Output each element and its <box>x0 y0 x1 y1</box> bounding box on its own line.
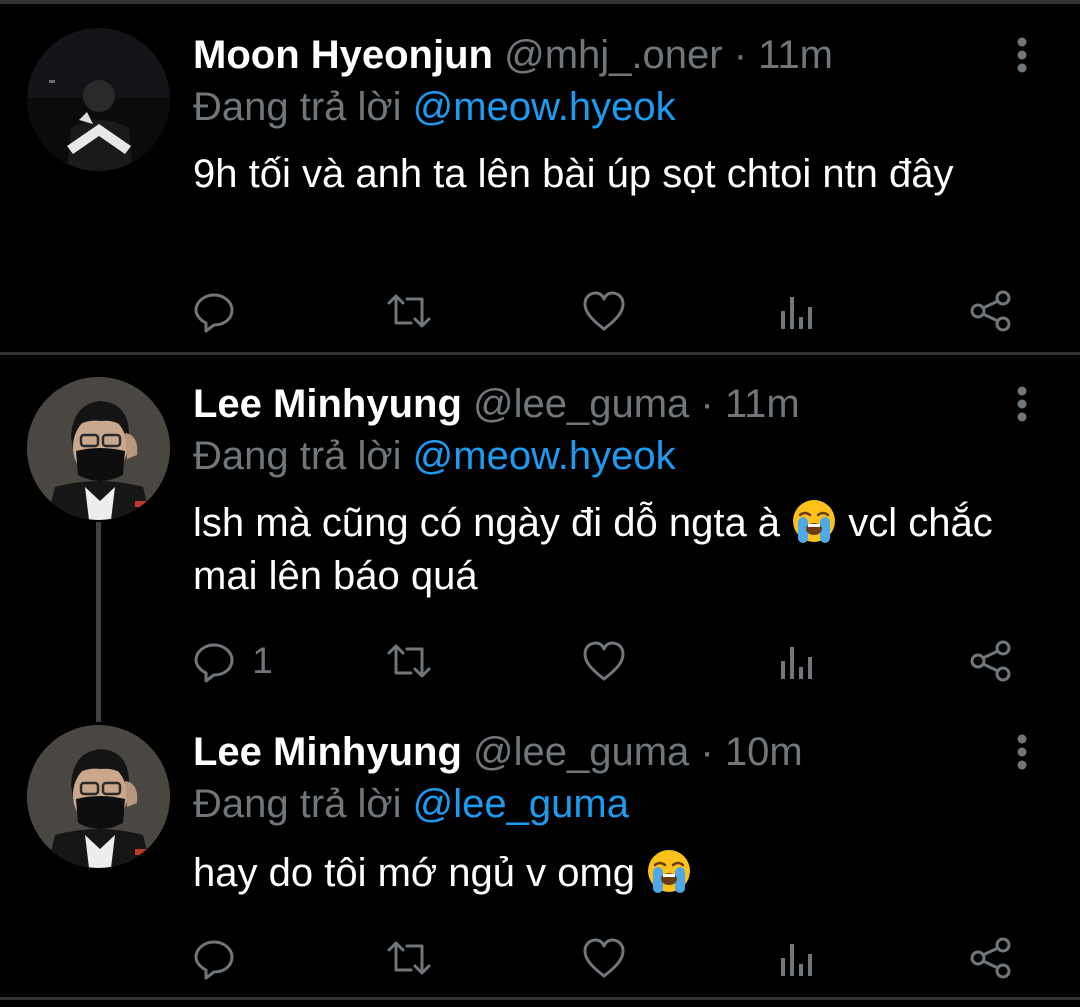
thread-connector <box>96 522 101 722</box>
share-icon <box>970 640 1011 682</box>
more-vertical-icon <box>1017 37 1027 73</box>
reply-count: 1 <box>252 640 273 682</box>
analytics-icon <box>781 297 812 330</box>
more-options-button[interactable] <box>1003 731 1041 777</box>
share-button[interactable] <box>969 634 1013 684</box>
tweet-divider <box>0 997 1080 1000</box>
retweet-icon <box>387 644 431 678</box>
handle[interactable]: @mhj_.oner <box>504 33 722 77</box>
reply-icon <box>194 293 234 333</box>
reply-button[interactable] <box>192 931 242 981</box>
like-icon <box>583 938 625 978</box>
retweet-icon <box>387 294 431 328</box>
display-name[interactable]: Lee Minhyung <box>193 382 462 426</box>
retweet-button[interactable] <box>385 284 433 334</box>
replying-prefix: Đang trả lời <box>193 782 402 826</box>
reply-button[interactable]: 1 <box>192 634 273 684</box>
loudly-crying-face-icon <box>648 850 691 893</box>
analytics-button[interactable] <box>775 284 819 334</box>
retweet-button[interactable] <box>385 634 433 684</box>
like-button[interactable] <box>581 634 627 684</box>
more-options-button[interactable] <box>1003 383 1041 429</box>
replying-to: Đang trả lời @meow.hyeok <box>193 431 676 481</box>
tweet-1[interactable]: Moon Hyeonjun @mhj_.oner · 11m Đang trả … <box>0 0 1080 352</box>
reply-icon <box>194 940 234 980</box>
tweet-text-part: lsh mà cũng có ngày đi dỗ ngta à <box>193 501 792 545</box>
tweet-text-part: hay do tôi mớ ngủ v omg <box>193 851 647 895</box>
share-button[interactable] <box>969 931 1013 981</box>
retweet-button[interactable] <box>385 931 433 981</box>
avatar[interactable] <box>27 28 170 171</box>
tweet-header: Lee Minhyung @lee_guma · 10m <box>193 727 803 777</box>
tweet-2[interactable]: Lee Minhyung @lee_guma · 11m Đang trả lờ… <box>0 355 1080 722</box>
avatar[interactable] <box>27 725 170 868</box>
share-button[interactable] <box>969 284 1013 334</box>
handle[interactable]: @lee_guma <box>473 730 689 774</box>
replying-prefix: Đang trả lời <box>193 85 402 129</box>
tweet-header: Moon Hyeonjun @mhj_.oner · 11m <box>193 30 833 80</box>
like-icon <box>583 291 625 331</box>
tweet-text: 9h tối và anh ta lên bài úp sọt chtoi nt… <box>193 152 954 196</box>
replying-to-mention[interactable]: @meow.hyeok <box>413 434 676 478</box>
display-name[interactable]: Lee Minhyung <box>193 730 462 774</box>
analytics-button[interactable] <box>775 931 819 981</box>
replying-prefix: Đang trả lời <box>193 434 402 478</box>
more-options-button[interactable] <box>1003 34 1041 80</box>
tweet-header: Lee Minhyung @lee_guma · 11m <box>193 379 800 429</box>
meta-separator: · <box>733 33 748 77</box>
timestamp[interactable]: 11m <box>725 382 800 426</box>
handle[interactable]: @lee_guma <box>473 382 689 426</box>
tweet-3[interactable]: Lee Minhyung @lee_guma · 10m Đang trả lờ… <box>0 703 1080 997</box>
reply-button[interactable] <box>192 284 242 334</box>
loudly-crying-face-icon <box>793 500 836 543</box>
replying-to: Đang trả lời @meow.hyeok <box>193 82 676 132</box>
replying-to-mention[interactable]: @lee_guma <box>413 782 629 826</box>
analytics-icon <box>781 944 812 977</box>
like-icon <box>583 641 625 681</box>
timestamp[interactable]: 10m <box>725 730 803 774</box>
analytics-button[interactable] <box>775 634 819 684</box>
like-button[interactable] <box>581 931 627 981</box>
share-icon <box>970 290 1011 332</box>
like-button[interactable] <box>581 284 627 334</box>
meta-separator: · <box>700 730 714 774</box>
replying-to: Đang trả lời @lee_guma <box>193 779 629 829</box>
reply-icon <box>194 643 234 683</box>
more-vertical-icon <box>1017 386 1027 422</box>
share-icon <box>970 937 1011 979</box>
more-vertical-icon <box>1017 734 1027 770</box>
retweet-icon <box>387 941 431 975</box>
tweet-text: lsh mà cũng có ngày đi dỗ ngta à vcl chắ… <box>193 497 1033 603</box>
analytics-icon <box>781 647 812 680</box>
avatar[interactable] <box>27 377 170 520</box>
tweet-text: hay do tôi mớ ngủ v omg <box>193 847 1033 900</box>
display-name[interactable]: Moon Hyeonjun <box>193 33 493 77</box>
replying-to-mention[interactable]: @meow.hyeok <box>413 85 676 129</box>
timestamp[interactable]: 11m <box>758 33 833 77</box>
meta-separator: · <box>700 382 714 426</box>
